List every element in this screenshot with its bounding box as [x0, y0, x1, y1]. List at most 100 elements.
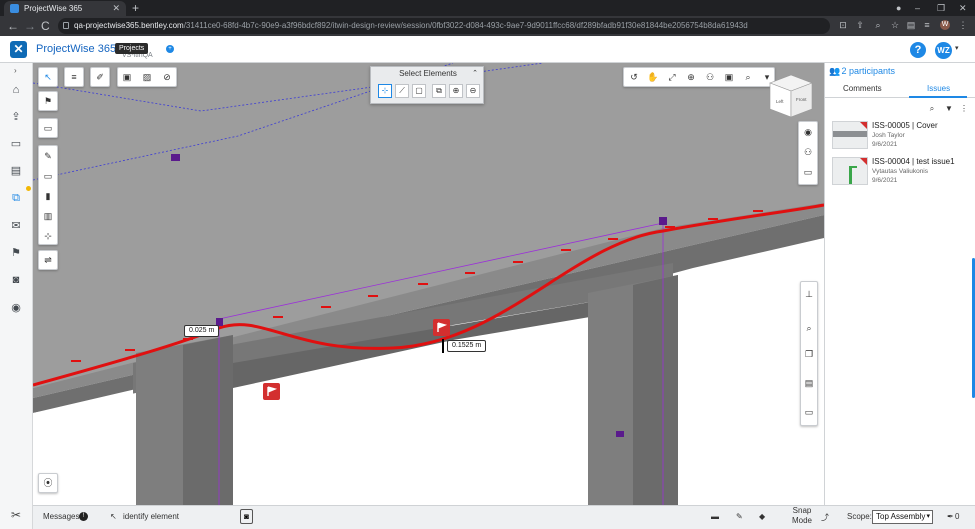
- collapse-chevron-icon[interactable]: ⌃: [472, 67, 478, 80]
- walk-mode-icon[interactable]: ⚇: [800, 144, 816, 160]
- messages-badge-icon[interactable]: !: [79, 512, 88, 521]
- issue-card[interactable]: ISS-00004 | test issue1 Vytautas Valiuko…: [832, 157, 972, 191]
- snap-mode-icon[interactable]: ⤴: [821, 512, 829, 523]
- flag-icon[interactable]: ⚑: [40, 93, 56, 109]
- pen-icon[interactable]: ✎: [736, 512, 743, 521]
- layers-icon[interactable]: ❐: [801, 346, 817, 362]
- magnify-icon[interactable]: ⌕: [740, 69, 756, 85]
- zoom-window-icon[interactable]: ⊕: [683, 69, 699, 85]
- issue-card[interactable]: ISS-00005 | Cover Josh Taylor 9/6/2021: [832, 121, 972, 155]
- more-options-icon[interactable]: ⋮: [959, 104, 969, 113]
- url-field[interactable]: qa-projectwise365.bentley.com/31411ce0-6…: [58, 18, 830, 34]
- browser-menu-icon[interactable]: ⋮: [958, 20, 968, 30]
- search-model-icon[interactable]: ⌕: [801, 320, 817, 336]
- share-icon[interactable]: ⇧: [855, 20, 865, 30]
- zoom-icon[interactable]: ⌕: [873, 20, 883, 30]
- sidebar-item-documents[interactable]: ▤: [8, 164, 24, 178]
- navigation-cube[interactable]: Left Front: [768, 73, 814, 119]
- ruler-icon[interactable]: ✎: [40, 148, 56, 164]
- help-button[interactable]: ?: [910, 42, 926, 58]
- sidebar-item-monitor[interactable]: ▭: [8, 137, 24, 151]
- issue-flag-icon[interactable]: [433, 319, 450, 336]
- comment-icon[interactable]: ▭: [40, 120, 56, 136]
- hamburger-menu-icon[interactable]: ≡: [66, 69, 82, 85]
- settings-tools-icon[interactable]: ✂: [8, 508, 24, 522]
- tools-collapse-icon[interactable]: ⦿: [40, 475, 56, 491]
- projectwise-logo-icon[interactable]: ✕: [10, 41, 27, 58]
- cast-icon[interactable]: ⊡: [838, 20, 848, 30]
- screenshot-icon[interactable]: ◙: [240, 509, 253, 524]
- select-all-icon[interactable]: ⧉: [432, 84, 446, 98]
- hierarchy-icon[interactable]: ⊥: [801, 286, 817, 302]
- briefcase-icon[interactable]: ▬: [711, 512, 719, 521]
- tab-comments[interactable]: Comments: [843, 84, 882, 93]
- browser-tab[interactable]: ProjectWise 365 ✕: [4, 1, 126, 16]
- reload-button[interactable]: C: [41, 18, 50, 34]
- render-mode-icon[interactable]: ◉: [800, 124, 816, 140]
- url-path: /31411ce0-68fd-4b7c-90e9-a3f96bdcf892/it…: [183, 21, 748, 30]
- fit-view-icon[interactable]: ⤢: [664, 69, 680, 85]
- account-circle-icon[interactable]: ●: [896, 0, 901, 16]
- isolate-icon[interactable]: ▣: [119, 69, 135, 85]
- ellipse-icon[interactable]: ◆: [759, 512, 765, 521]
- user-avatar[interactable]: WZ: [935, 42, 952, 59]
- hide-icon[interactable]: ▨: [139, 69, 155, 85]
- back-button[interactable]: ←: [7, 18, 19, 34]
- window-minimize-button[interactable]: –: [915, 0, 920, 16]
- purple-marker-3[interactable]: [659, 217, 667, 225]
- sidebar-item-flags[interactable]: ⚑: [8, 246, 24, 260]
- purple-marker[interactable]: [171, 154, 180, 161]
- distance-icon[interactable]: ⊹: [40, 228, 56, 244]
- sidebar-item-approvals[interactable]: ✉: [8, 219, 24, 233]
- messages-label[interactable]: Messages: [43, 512, 79, 521]
- bookmark-star-icon[interactable]: ☆: [890, 20, 900, 30]
- add-selection-icon[interactable]: ⊕: [449, 84, 463, 98]
- walk-icon[interactable]: ⚇: [702, 69, 718, 85]
- bridge-model-scene[interactable]: [33, 63, 824, 505]
- 3d-viewport[interactable]: 0.025 m 0.1525 m ↖ ⚑ ▭ ✎ ▭ ▮ ▥ ⊹ ⇌ ⦿ ≡ ✐…: [33, 63, 824, 505]
- project-add-icon[interactable]: +: [166, 45, 174, 53]
- window-maximize-button[interactable]: ❐: [937, 0, 945, 16]
- rotate-icon[interactable]: ↺: [626, 69, 642, 85]
- issue-flag-icon-2[interactable]: [263, 383, 280, 400]
- forward-button[interactable]: →: [24, 18, 36, 34]
- select-single-icon[interactable]: ⊹: [378, 84, 392, 98]
- clear-selection-icon[interactable]: ⊘: [159, 69, 175, 85]
- snap-mode-label[interactable]: Snap Mode: [787, 506, 817, 526]
- purple-marker-4[interactable]: [616, 431, 624, 437]
- media-icon[interactable]: ≡: [922, 20, 932, 30]
- properties-icon[interactable]: ▤: [801, 375, 817, 391]
- tab-close-icon[interactable]: ✕: [112, 1, 120, 16]
- sidebar-item-home[interactable]: ⌂: [8, 83, 24, 97]
- search-icon[interactable]: ⌕: [927, 104, 937, 114]
- select-cursor-icon[interactable]: ↖: [40, 69, 56, 85]
- sidebar-item-capture[interactable]: ◙: [8, 273, 24, 287]
- sidebar-expand-icon[interactable]: ›: [14, 66, 17, 75]
- profile-avatar-icon[interactable]: W: [940, 20, 950, 30]
- extension-icon[interactable]: ▤: [906, 20, 916, 30]
- pan-hand-icon[interactable]: ✋: [645, 69, 661, 85]
- filter-icon[interactable]: ▼: [944, 104, 954, 113]
- remove-selection-icon[interactable]: ⊖: [466, 84, 480, 98]
- camera-mode-icon[interactable]: ▭: [800, 164, 816, 180]
- panel-icon[interactable]: ▭: [801, 404, 817, 420]
- scope-select[interactable]: Top Assembly ▾: [872, 510, 933, 524]
- draw-tool-icon[interactable]: ✐: [92, 69, 108, 85]
- sidebar-item-views[interactable]: ◉: [8, 301, 24, 315]
- sidebar-item-design-review[interactable]: ⧉: [8, 191, 24, 205]
- pin-icon[interactable]: ✒: [947, 512, 954, 521]
- camera-view-icon[interactable]: ▣: [721, 69, 737, 85]
- select-box-icon[interactable]: ▢: [412, 84, 426, 98]
- avatar-chevron-down-icon[interactable]: ▾: [955, 44, 959, 52]
- volume-icon[interactable]: ▮: [40, 188, 56, 204]
- participants-link[interactable]: 👥 2 participants: [829, 66, 895, 77]
- area-icon[interactable]: ▭: [40, 168, 56, 184]
- app-name[interactable]: ProjectWise 365: [36, 43, 116, 55]
- section-icon[interactable]: ▥: [40, 208, 56, 224]
- sidebar-item-upload[interactable]: ⇪: [8, 110, 24, 124]
- select-line-icon[interactable]: ⟋: [395, 84, 409, 98]
- window-close-button[interactable]: ✕: [959, 0, 967, 16]
- tab-issues[interactable]: Issues: [927, 84, 950, 93]
- new-tab-button[interactable]: +: [132, 0, 139, 16]
- clear-measure-icon[interactable]: ⇌: [40, 252, 56, 268]
